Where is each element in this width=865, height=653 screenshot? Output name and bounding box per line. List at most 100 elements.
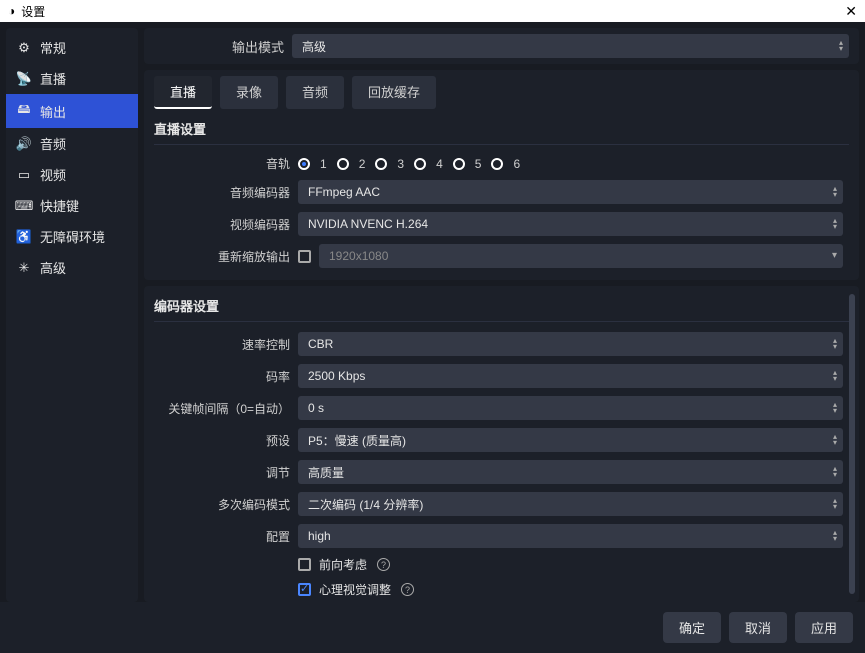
rescale-row: 重新缩放输出 1920x1080 ▾ — [144, 240, 859, 272]
titlebar: ◑ 设置 ✕ — [0, 0, 865, 22]
video-encoder-select[interactable]: NVIDIA NVENC H.264 ▴▾ — [298, 212, 843, 236]
output-icon: 🖴 — [16, 100, 32, 122]
ok-button[interactable]: 确定 — [663, 612, 721, 643]
multipass-row: 多次编码模式 二次编码 (1/4 分辨率) ▴▾ — [144, 488, 859, 520]
output-mode-label: 输出模式 — [154, 37, 284, 56]
tab-stream[interactable]: 直播 — [154, 76, 212, 109]
sidebar-item-label: 无障碍环境 — [40, 227, 105, 246]
select-value: FFmpeg AAC — [308, 185, 380, 199]
sidebar-item-label: 常规 — [40, 38, 66, 57]
lookahead-row: 前向考虑 ? — [144, 552, 859, 577]
preset-select[interactable]: P5：慢速 (质量高) ▴▾ — [298, 428, 843, 452]
output-mode-select[interactable]: 高级 ▴▾ — [292, 34, 849, 58]
video-encoder-row: 视频编码器 NVIDIA NVENC H.264 ▴▾ — [144, 208, 859, 240]
keyint-row: 关键帧间隔（0=自动） 0 s ▴▾ — [144, 392, 859, 424]
tab-record[interactable]: 录像 — [220, 76, 278, 109]
gear-icon: ⚙ — [16, 40, 32, 56]
keyint-input[interactable]: 0 s ▴▾ — [298, 396, 843, 420]
audio-track-radio-4[interactable] — [414, 158, 426, 170]
help-icon[interactable]: ? — [401, 583, 414, 596]
select-value: NVIDIA NVENC H.264 — [308, 217, 428, 231]
sidebar-item-general[interactable]: ⚙ 常规 — [6, 32, 138, 63]
sidebar-item-audio[interactable]: 🔊 音频 — [6, 128, 138, 159]
sidebar-item-video[interactable]: ▭ 视频 — [6, 159, 138, 190]
rescale-select[interactable]: 1920x1080 ▾ — [319, 244, 843, 268]
lookahead-checkbox[interactable] — [298, 558, 311, 571]
select-value: 1920x1080 — [329, 249, 388, 263]
audio-track-radio-6[interactable] — [491, 158, 503, 170]
preset-row: 预设 P5：慢速 (质量高) ▴▾ — [144, 424, 859, 456]
select-spin-icon: ▴▾ — [833, 466, 837, 478]
tab-replay[interactable]: 回放缓存 — [352, 76, 436, 109]
audio-encoder-row: 音频编码器 FFmpeg AAC ▴▾ — [144, 176, 859, 208]
encoder-settings-title: 编码器设置 — [144, 286, 859, 319]
scroll-thumb[interactable] — [849, 294, 855, 594]
psycho-checkbox[interactable] — [298, 583, 311, 596]
sidebar-item-label: 直播 — [40, 69, 66, 88]
accessibility-icon: ♿ — [16, 229, 32, 245]
close-icon[interactable]: ✕ — [845, 3, 857, 20]
sidebar-item-accessibility[interactable]: ♿ 无障碍环境 — [6, 221, 138, 252]
select-value: 2500 Kbps — [308, 369, 365, 383]
rate-control-row: 速率控制 CBR ▴▾ — [144, 328, 859, 360]
audio-track-radio-1[interactable] — [298, 158, 310, 170]
audio-track-radio-2[interactable] — [337, 158, 349, 170]
spin-icon: ▴▾ — [833, 402, 837, 414]
monitor-icon: ▭ — [16, 167, 32, 183]
sidebar-item-label: 视频 — [40, 165, 66, 184]
divider — [154, 321, 849, 322]
rescale-checkbox[interactable] — [298, 250, 311, 263]
bitrate-input[interactable]: 2500 Kbps ▴▾ — [298, 364, 843, 388]
stream-settings-title: 直播设置 — [144, 109, 859, 142]
tab-audio[interactable]: 音频 — [286, 76, 344, 109]
help-icon[interactable]: ? — [377, 558, 390, 571]
audio-encoder-label: 音频编码器 — [160, 184, 290, 201]
sidebar-item-label: 音频 — [40, 134, 66, 153]
profile-select[interactable]: high ▴▾ — [298, 524, 843, 548]
window-title: 设置 — [21, 3, 45, 20]
tuning-select[interactable]: 高质量 ▴▾ — [298, 460, 843, 484]
select-spin-icon: ▴▾ — [833, 434, 837, 446]
psycho-row: 心理视觉调整 ? — [144, 577, 859, 602]
select-value: 0 s — [308, 401, 324, 415]
sidebar-item-label: 高级 — [40, 258, 66, 277]
select-spin-icon: ▴▾ — [833, 218, 837, 230]
select-spin-icon: ▴▾ — [833, 498, 837, 510]
audio-track-radio-3[interactable] — [375, 158, 387, 170]
sidebar-item-stream[interactable]: 📡 直播 — [6, 63, 138, 94]
sidebar-item-label: 输出 — [40, 102, 66, 121]
audio-track-row: 音轨 1 2 3 4 5 6 — [144, 151, 859, 176]
speaker-icon: 🔊 — [16, 136, 32, 152]
dialog-footer: 确定 取消 应用 — [0, 602, 865, 653]
antenna-icon: 📡 — [16, 71, 32, 87]
select-value: 二次编码 (1/4 分辨率) — [308, 496, 423, 513]
tuning-row: 调节 高质量 ▴▾ — [144, 456, 859, 488]
chevron-down-icon: ▾ — [832, 251, 837, 261]
scrollbar[interactable] — [849, 294, 855, 594]
video-encoder-label: 视频编码器 — [160, 216, 290, 233]
audio-encoder-select[interactable]: FFmpeg AAC ▴▾ — [298, 180, 843, 204]
sidebar-item-advanced[interactable]: ✳ 高级 — [6, 252, 138, 283]
apply-button[interactable]: 应用 — [795, 612, 853, 643]
audio-track-radio-5[interactable] — [453, 158, 465, 170]
profile-row: 配置 high ▴▾ — [144, 520, 859, 552]
select-spin-icon: ▴▾ — [833, 338, 837, 350]
bitrate-row: 码率 2500 Kbps ▴▾ — [144, 360, 859, 392]
lookahead-label: 前向考虑 — [319, 556, 367, 573]
rescale-label: 重新缩放输出 — [160, 248, 290, 265]
multipass-select[interactable]: 二次编码 (1/4 分辨率) ▴▾ — [298, 492, 843, 516]
sidebar-item-label: 快捷键 — [40, 196, 79, 215]
select-value: high — [308, 529, 331, 543]
settings-sidebar: ⚙ 常规 📡 直播 🖴 输出 🔊 音频 ▭ 视频 ⌨ 快捷键 ♿ 无障碍环境 ✳ — [6, 28, 138, 602]
app-icon: ◑ — [8, 4, 15, 18]
select-value: CBR — [308, 337, 333, 351]
keyboard-icon: ⌨ — [16, 198, 32, 214]
sidebar-item-output[interactable]: 🖴 输出 — [6, 94, 138, 128]
rate-control-select[interactable]: CBR ▴▾ — [298, 332, 843, 356]
divider — [154, 144, 849, 145]
sidebar-item-hotkeys[interactable]: ⌨ 快捷键 — [6, 190, 138, 221]
cancel-button[interactable]: 取消 — [729, 612, 787, 643]
select-spin-icon: ▴▾ — [833, 186, 837, 198]
select-value: 高质量 — [308, 464, 344, 481]
select-value: P5：慢速 (质量高) — [308, 432, 406, 449]
